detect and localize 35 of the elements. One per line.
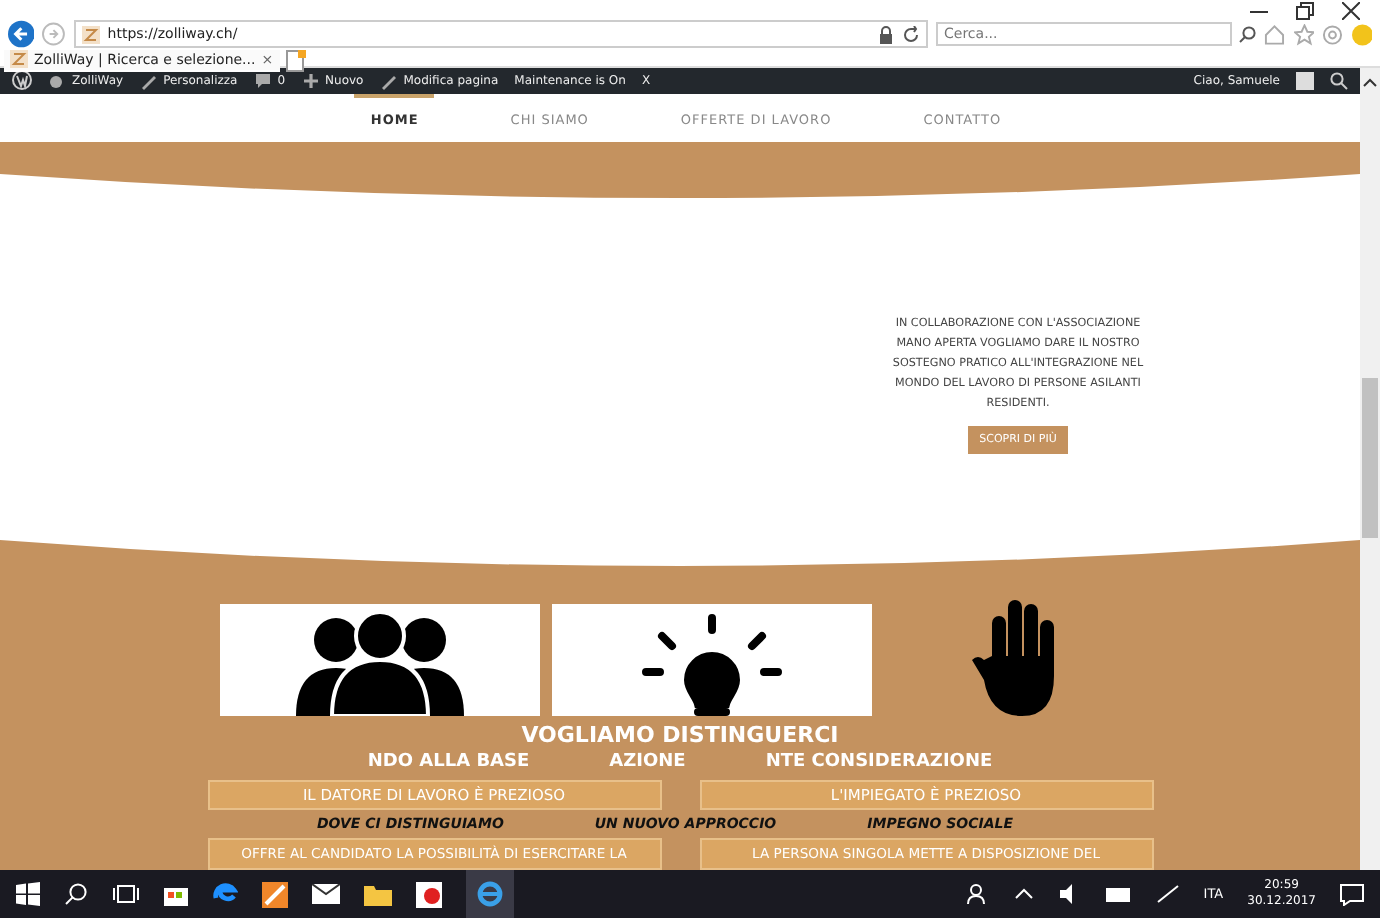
notifications-icon[interactable]	[1340, 883, 1364, 905]
folder-icon[interactable]	[364, 883, 392, 905]
site-icon	[10, 50, 28, 68]
app-icon[interactable]	[416, 881, 442, 907]
restore-icon[interactable]	[1296, 2, 1314, 20]
comment-icon	[253, 71, 272, 90]
star-icon[interactable]	[1293, 23, 1315, 45]
taskbar-button[interactable]	[466, 870, 514, 918]
refresh-icon[interactable]	[902, 25, 921, 43]
wordpress-icon[interactable]	[12, 70, 32, 91]
windows-icon[interactable]	[16, 882, 40, 906]
search-icon[interactable]	[1238, 25, 1257, 43]
search-icon[interactable]	[1330, 71, 1348, 90]
avatar-icon[interactable]	[1296, 71, 1314, 90]
scroll-thumb[interactable]	[1362, 378, 1378, 538]
task-view-icon[interactable]	[112, 884, 140, 904]
section-subheading: NTE CONSIDERAZIONE	[765, 752, 993, 772]
mail-icon[interactable]	[312, 884, 340, 904]
close-icon[interactable]	[1342, 2, 1360, 20]
section-subheading: AZIONE	[609, 752, 686, 772]
chevron-up-icon[interactable]	[1013, 888, 1034, 900]
scroll-up-icon[interactable]	[1362, 76, 1378, 88]
section-heading: VOGLIAMO DISTINGUERCI	[521, 722, 839, 748]
lock-icon	[878, 25, 895, 43]
plus-icon	[301, 71, 320, 90]
site-icon	[81, 25, 100, 43]
new-tab-icon[interactable]	[285, 49, 306, 71]
search-icon[interactable]	[64, 882, 88, 906]
store-icon[interactable]	[164, 882, 188, 906]
app-icon[interactable]	[262, 881, 288, 907]
people-icon[interactable]	[965, 882, 990, 906]
back-icon[interactable]	[8, 20, 35, 48]
edge-icon[interactable]	[212, 881, 238, 907]
section-subheading: NDO ALLA BASE	[367, 752, 530, 772]
scrollbar[interactable]	[1360, 68, 1380, 870]
